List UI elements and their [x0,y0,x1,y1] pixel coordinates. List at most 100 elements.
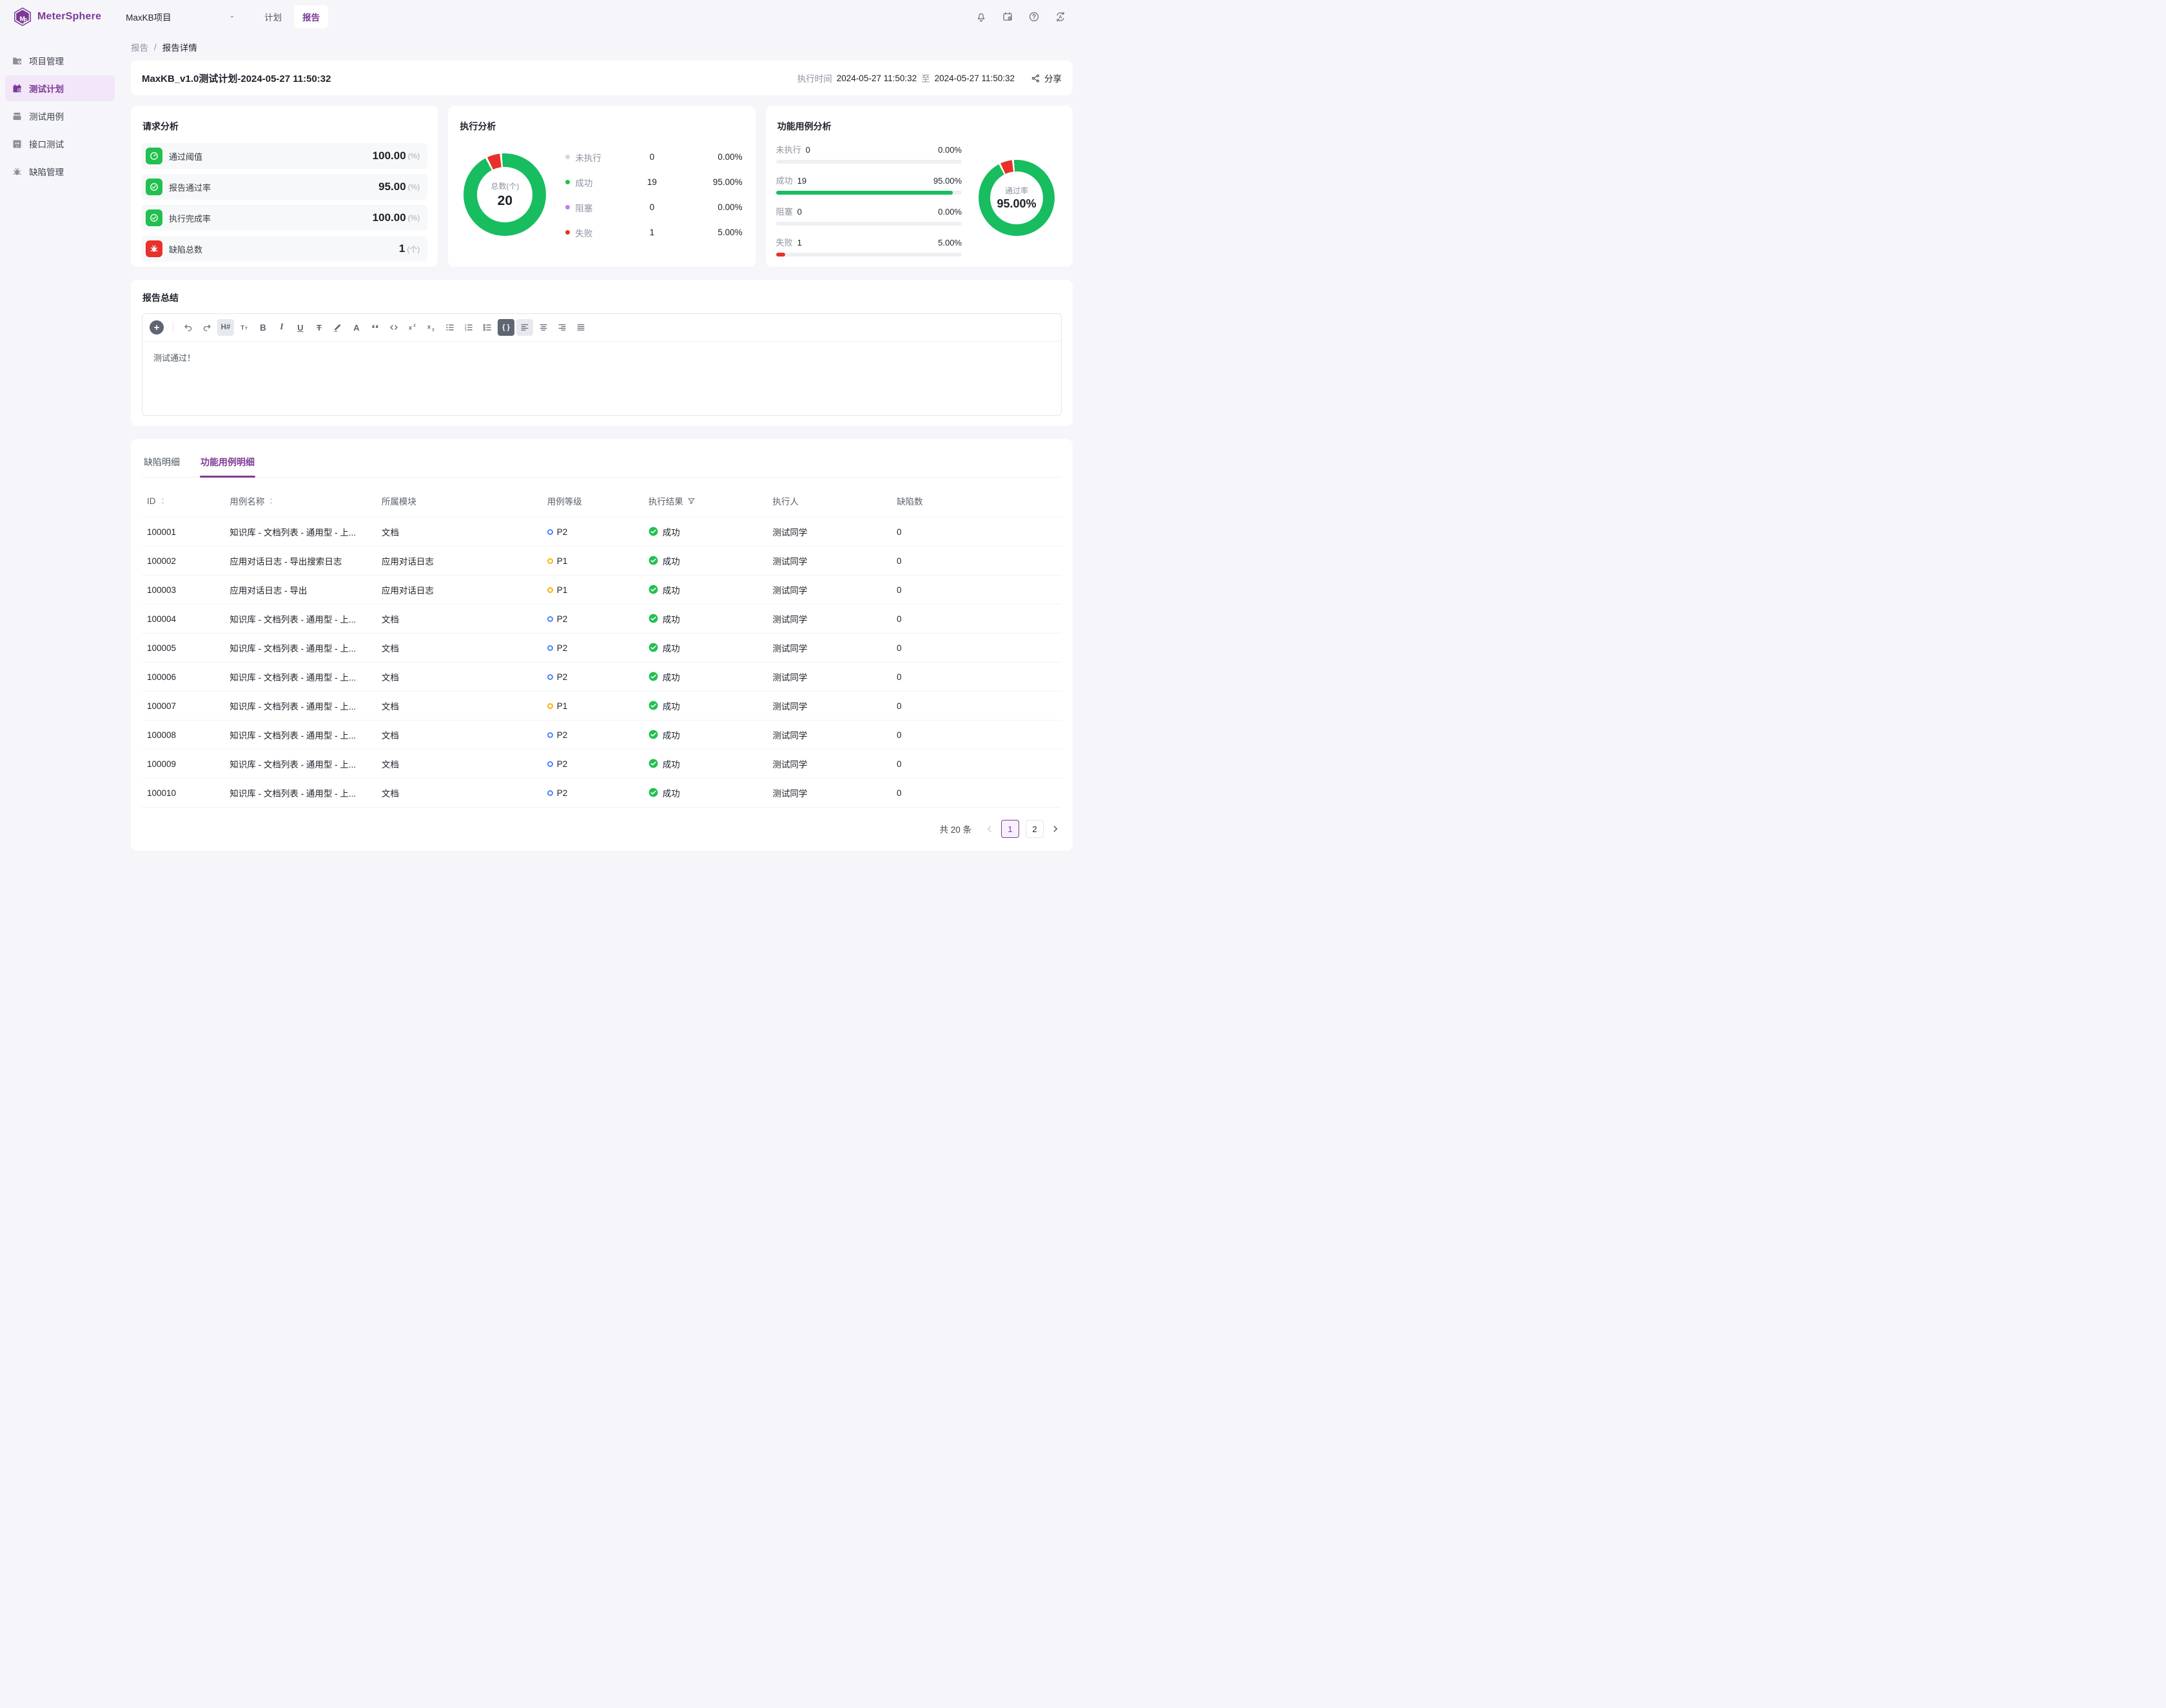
inline-code-icon[interactable] [385,319,402,336]
sort-icon[interactable] [267,497,275,505]
cell-case-name[interactable]: 知识库 - 文档列表 - 通用型 - 上... [224,518,376,547]
cell-result: 成功 [643,634,768,663]
cell-case-name[interactable]: 知识库 - 文档列表 - 通用型 - 上... [224,634,376,663]
cell-level: P1 [542,692,643,721]
table-row[interactable]: 100008 知识库 - 文档列表 - 通用型 - 上... 文档 P2 成功 … [142,721,1062,750]
sort-icon[interactable] [159,497,167,505]
calendar-clock-icon[interactable] [1002,11,1013,23]
cell-result: 成功 [643,750,768,779]
project-selector[interactable]: MaxKB项目 [126,10,237,23]
page-button-2[interactable]: 2 [1026,820,1044,838]
table-row[interactable]: 100001 知识库 - 文档列表 - 通用型 - 上... 文档 P2 成功 … [142,518,1062,547]
cell-case-name[interactable]: 应用对话日志 - 导出搜索日志 [224,547,376,576]
bullet-list-icon[interactable] [442,319,458,336]
table-row[interactable]: 100010 知识库 - 文档列表 - 通用型 - 上... 文档 P2 成功 … [142,779,1062,808]
sidebar-item-1[interactable]: 测试计划 [5,75,115,101]
add-block-icon[interactable]: + [150,320,164,335]
underline-icon[interactable]: U [292,319,309,336]
cell-module: 应用对话日志 [376,576,542,605]
sidebar-item-3[interactable]: API 接口测试 [5,131,115,157]
page-button-1[interactable]: 1 [1001,820,1019,838]
nav-item-report[interactable]: 报告 [294,5,328,28]
column-header-5: 执行人 [767,484,892,518]
cell-case-name[interactable]: 知识库 - 文档列表 - 通用型 - 上... [224,721,376,750]
align-justify-icon[interactable] [572,319,589,336]
cell-level: P2 [542,605,643,634]
cell-case-name[interactable]: 知识库 - 文档列表 - 通用型 - 上... [224,779,376,808]
pass-rate-donut-chart: 通过率 95.00% [979,160,1055,236]
prev-page-icon[interactable] [984,824,995,834]
level-ring-icon [547,558,553,564]
align-right-icon[interactable] [554,319,571,336]
ordered-list-icon[interactable]: 123 [460,319,477,336]
align-left-icon[interactable] [516,319,533,336]
strikethrough-icon[interactable]: T [311,319,327,336]
cell-id: 100003 [142,576,224,605]
cell-case-name[interactable]: 知识库 - 文档列表 - 通用型 - 上... [224,750,376,779]
translate-icon[interactable]: A [1055,11,1066,23]
svg-text:x: x [409,325,412,331]
code-block-icon[interactable]: { } [498,319,514,336]
legend-percent: 0.00% [717,152,742,162]
table-row[interactable]: 100003 应用对话日志 - 导出 应用对话日志 P1 成功 测试同学 0 [142,576,1062,605]
cell-level: P2 [542,721,643,750]
bell-icon[interactable] [975,11,987,23]
subscript-icon[interactable]: x2 [423,319,440,336]
cell-case-name[interactable]: 应用对话日志 - 导出 [224,576,376,605]
table-row[interactable]: 100004 知识库 - 文档列表 - 通用型 - 上... 文档 P2 成功 … [142,605,1062,634]
heading-icon[interactable]: H# [217,319,234,336]
tab-defect-details[interactable]: 缺陷明细 [143,449,180,477]
superscript-icon[interactable]: x2 [404,319,421,336]
highlighter-icon[interactable] [329,319,346,336]
table-row[interactable]: 100007 知识库 - 文档列表 - 通用型 - 上... 文档 P1 成功 … [142,692,1062,721]
undo-icon[interactable] [180,319,197,336]
nav-item-plan[interactable]: 计划 [256,5,290,28]
functional-bars: 未执行 0 0.00% 成功 19 95.00% [776,143,979,267]
report-title: MaxKB_v1.0测试计划-2024-05-27 11:50:32 [142,72,331,85]
cell-module: 文档 [376,663,542,692]
table-row[interactable]: 100006 知识库 - 文档列表 - 通用型 - 上... 文档 P2 成功 … [142,663,1062,692]
cell-level: P2 [542,750,643,779]
cell-case-name[interactable]: 知识库 - 文档列表 - 通用型 - 上... [224,692,376,721]
italic-icon[interactable]: I [273,319,290,336]
filter-icon[interactable] [687,497,696,505]
api-test-icon: API [12,139,23,150]
font-color-icon[interactable]: A [348,319,365,336]
font-size-icon[interactable]: TT [236,319,253,336]
legend-label: 阻塞 [575,201,629,214]
table-row[interactable]: 100002 应用对话日志 - 导出搜索日志 应用对话日志 P1 成功 测试同学… [142,547,1062,576]
legend-percent: 95.00% [713,177,743,187]
legend-label: 未执行 [575,151,629,164]
align-center-icon[interactable] [535,319,552,336]
editor-content[interactable]: 测试通过！ [142,342,1061,415]
metric-value: 100.00 [373,150,406,162]
task-list-icon[interactable] [479,319,496,336]
execution-donut-chart: 总数(个) 20 [463,153,546,236]
table-row[interactable]: 100009 知识库 - 文档列表 - 通用型 - 上... 文档 P2 成功 … [142,750,1062,779]
breadcrumb-parent[interactable]: 报告 [131,41,148,53]
share-button[interactable]: 分享 [1031,72,1062,84]
redo-icon[interactable] [199,319,215,336]
sidebar-item-2[interactable]: 测试用例 [5,103,115,129]
cell-case-name[interactable]: 知识库 - 文档列表 - 通用型 - 上... [224,663,376,692]
help-icon[interactable] [1028,11,1040,23]
blockquote-icon[interactable] [367,319,384,336]
cell-module: 文档 [376,518,542,547]
cell-defects: 0 [892,547,1062,576]
pagination-total: 共 20 条 [939,822,971,835]
legend-count: 0 [629,152,674,162]
cell-level: P1 [542,547,643,576]
metric-value: 100.00 [373,211,406,224]
cell-defects: 0 [892,779,1062,808]
tab-functional-case-details[interactable]: 功能用例明细 [200,449,255,477]
sidebar-item-4[interactable]: 缺陷管理 [5,159,115,184]
progress-track [776,253,962,257]
bold-icon[interactable]: B [255,319,271,336]
sidebar-item-0[interactable]: 项目管理 [5,48,115,73]
next-page-icon[interactable] [1050,824,1060,834]
table-row[interactable]: 100005 知识库 - 文档列表 - 通用型 - 上... 文档 P2 成功 … [142,634,1062,663]
cell-case-name[interactable]: 知识库 - 文档列表 - 通用型 - 上... [224,605,376,634]
svg-text:T: T [240,324,244,331]
cell-id: 100001 [142,518,224,547]
status-bar: 成功 19 95.00% [776,174,962,195]
